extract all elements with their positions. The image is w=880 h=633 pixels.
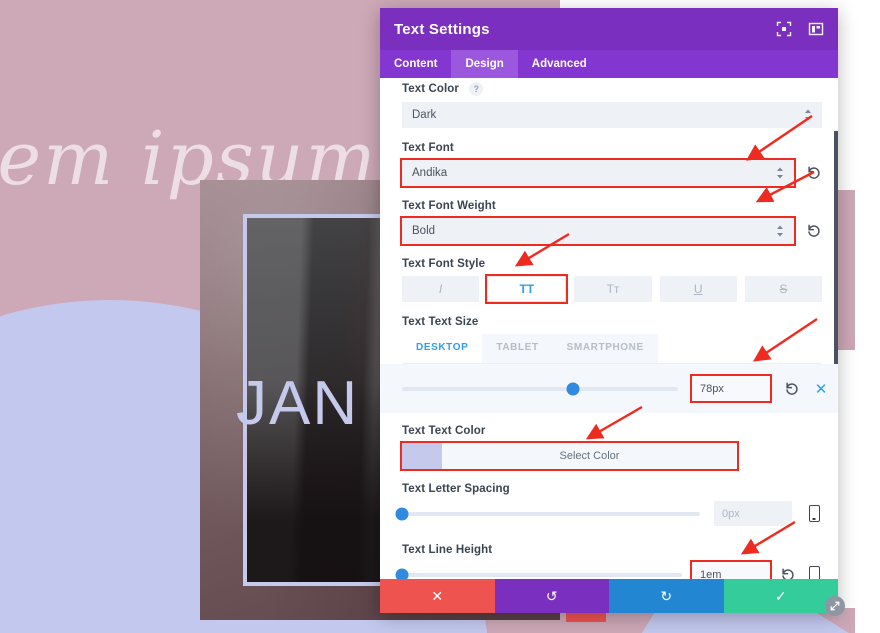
- chevron-updown-icon: [776, 167, 784, 179]
- text-size-slider-row: 78px ✕: [380, 364, 838, 413]
- letter-spacing-slider-knob[interactable]: [395, 507, 409, 520]
- field-text-font-weight-label: Text Font Weight: [402, 200, 496, 212]
- settings-scroll-area: Text Color ? Dark Text Font Andika Text …: [380, 78, 838, 579]
- mobile-icon[interactable]: [808, 566, 820, 579]
- chevron-updown-icon: [776, 225, 784, 237]
- chevron-updown-icon: [804, 109, 812, 121]
- resize-handle[interactable]: [825, 596, 845, 616]
- small-caps-button[interactable]: Tᴛ: [574, 276, 652, 302]
- undo-icon[interactable]: [806, 223, 822, 239]
- color-swatch[interactable]: [402, 443, 442, 469]
- text-settings-modal: Text Settings Content Design Advanced Te…: [380, 8, 838, 613]
- strikethrough-button[interactable]: S: [744, 276, 823, 302]
- italic-button[interactable]: I: [402, 276, 480, 302]
- field-text-text-size: Text Text Size DESKTOP TABLET SMARTPHONE…: [380, 316, 838, 413]
- line-height-slider-knob[interactable]: [395, 568, 409, 579]
- line-height-slider-track[interactable]: [395, 568, 682, 579]
- underline-icon: U: [693, 282, 703, 296]
- font-style-button-group: I TT Tᴛ U S: [402, 274, 823, 304]
- uppercase-button[interactable]: TT: [485, 274, 569, 304]
- small-caps-icon: Tᴛ: [606, 282, 620, 296]
- undo-icon[interactable]: [780, 567, 796, 579]
- modal-tabs: Content Design Advanced: [380, 50, 838, 78]
- field-text-font-weight: Text Font Weight Bold: [400, 200, 822, 246]
- vertical-scrollbar[interactable]: [834, 131, 838, 364]
- device-tab-group: DESKTOP TABLET SMARTPHONE: [402, 334, 822, 364]
- modal-action-bar: ✕ ↺ ↻ ✓: [380, 579, 838, 613]
- text-font-value: Andika: [412, 167, 448, 179]
- field-text-font-label: Text Font: [402, 142, 454, 154]
- field-text-line-height-label: Text Line Height: [402, 544, 493, 556]
- tab-advanced[interactable]: Advanced: [518, 50, 601, 78]
- modal-header-icons: [776, 21, 824, 37]
- save-button[interactable]: ✓: [723, 579, 838, 613]
- redo-button[interactable]: ↻: [609, 579, 724, 613]
- letter-spacing-slider-row: 0px: [395, 501, 822, 526]
- device-tab-desktop[interactable]: DESKTOP: [402, 334, 483, 363]
- field-text-text-color-label: Text Text Color: [402, 425, 486, 437]
- photo-card-title: JAN: [236, 369, 360, 438]
- letter-spacing-placeholder: 0px: [722, 507, 740, 520]
- layout-toggle-icon[interactable]: [808, 21, 824, 37]
- tab-design[interactable]: Design: [451, 50, 518, 78]
- device-tab-smartphone[interactable]: SMARTPHONE: [552, 334, 658, 363]
- close-icon[interactable]: ✕: [814, 380, 828, 398]
- field-text-letter-spacing-label: Text Letter Spacing: [402, 483, 510, 495]
- field-text-text-color: Text Text Color Select Color: [400, 425, 822, 471]
- text-size-input[interactable]: 78px: [690, 374, 772, 403]
- field-text-color-label: Text Color ?: [402, 82, 822, 96]
- text-font-weight-value: Bold: [412, 225, 436, 237]
- strikethrough-icon: S: [779, 282, 788, 296]
- text-font-select[interactable]: Andika: [400, 158, 796, 188]
- mobile-icon-wrap: [806, 566, 822, 579]
- screenshot-root: rem ipsum JAN Text Settings Content Desi…: [0, 0, 880, 633]
- text-font-weight-row: Bold: [400, 216, 822, 246]
- tab-content[interactable]: Content: [380, 50, 451, 78]
- device-tab-tablet[interactable]: TABLET: [482, 334, 553, 363]
- letter-spacing-input[interactable]: 0px: [714, 501, 792, 526]
- italic-icon: I: [438, 282, 443, 296]
- line-height-input[interactable]: 1em: [690, 560, 772, 579]
- text-font-weight-select[interactable]: Bold: [400, 216, 796, 246]
- text-color-select[interactable]: Dark: [402, 102, 822, 128]
- text-color-value: Dark: [412, 109, 437, 121]
- letter-spacing-slider-track[interactable]: [395, 507, 700, 520]
- help-icon[interactable]: ?: [469, 82, 484, 96]
- modal-body: Text Color ? Dark Text Font Andika Text …: [380, 78, 838, 579]
- field-text-color: Text Color ? Dark: [402, 82, 822, 128]
- line-height-slider-row: 1em: [395, 560, 822, 579]
- text-size-slider-knob[interactable]: [566, 382, 580, 395]
- field-text-font: Text Font Andika: [400, 142, 822, 188]
- modal-title: Text Settings: [394, 20, 490, 38]
- field-text-line-height: Text Line Height 1em: [395, 544, 822, 579]
- mobile-icon-wrap: [806, 505, 822, 522]
- select-color-button[interactable]: Select Color: [442, 443, 737, 469]
- undo-icon[interactable]: [806, 165, 822, 181]
- underline-button[interactable]: U: [659, 276, 737, 302]
- text-color-picker[interactable]: Select Color: [400, 441, 739, 471]
- field-text-font-style: Text Font Style I TT Tᴛ U S: [402, 258, 823, 304]
- modal-header: Text Settings: [380, 8, 838, 50]
- text-font-row: Andika: [400, 158, 822, 188]
- uppercase-icon: TT: [519, 282, 535, 296]
- cancel-button[interactable]: ✕: [380, 579, 495, 613]
- undo-button[interactable]: ↺: [494, 579, 609, 613]
- focus-icon[interactable]: [776, 21, 792, 37]
- text-size-slider-track[interactable]: [402, 382, 678, 395]
- mobile-icon[interactable]: [808, 505, 820, 522]
- undo-icon[interactable]: [784, 381, 800, 397]
- field-text-letter-spacing: Text Letter Spacing 0px: [395, 483, 822, 526]
- field-text-text-size-label: Text Text Size: [402, 316, 479, 328]
- field-text-font-style-label: Text Font Style: [402, 258, 486, 270]
